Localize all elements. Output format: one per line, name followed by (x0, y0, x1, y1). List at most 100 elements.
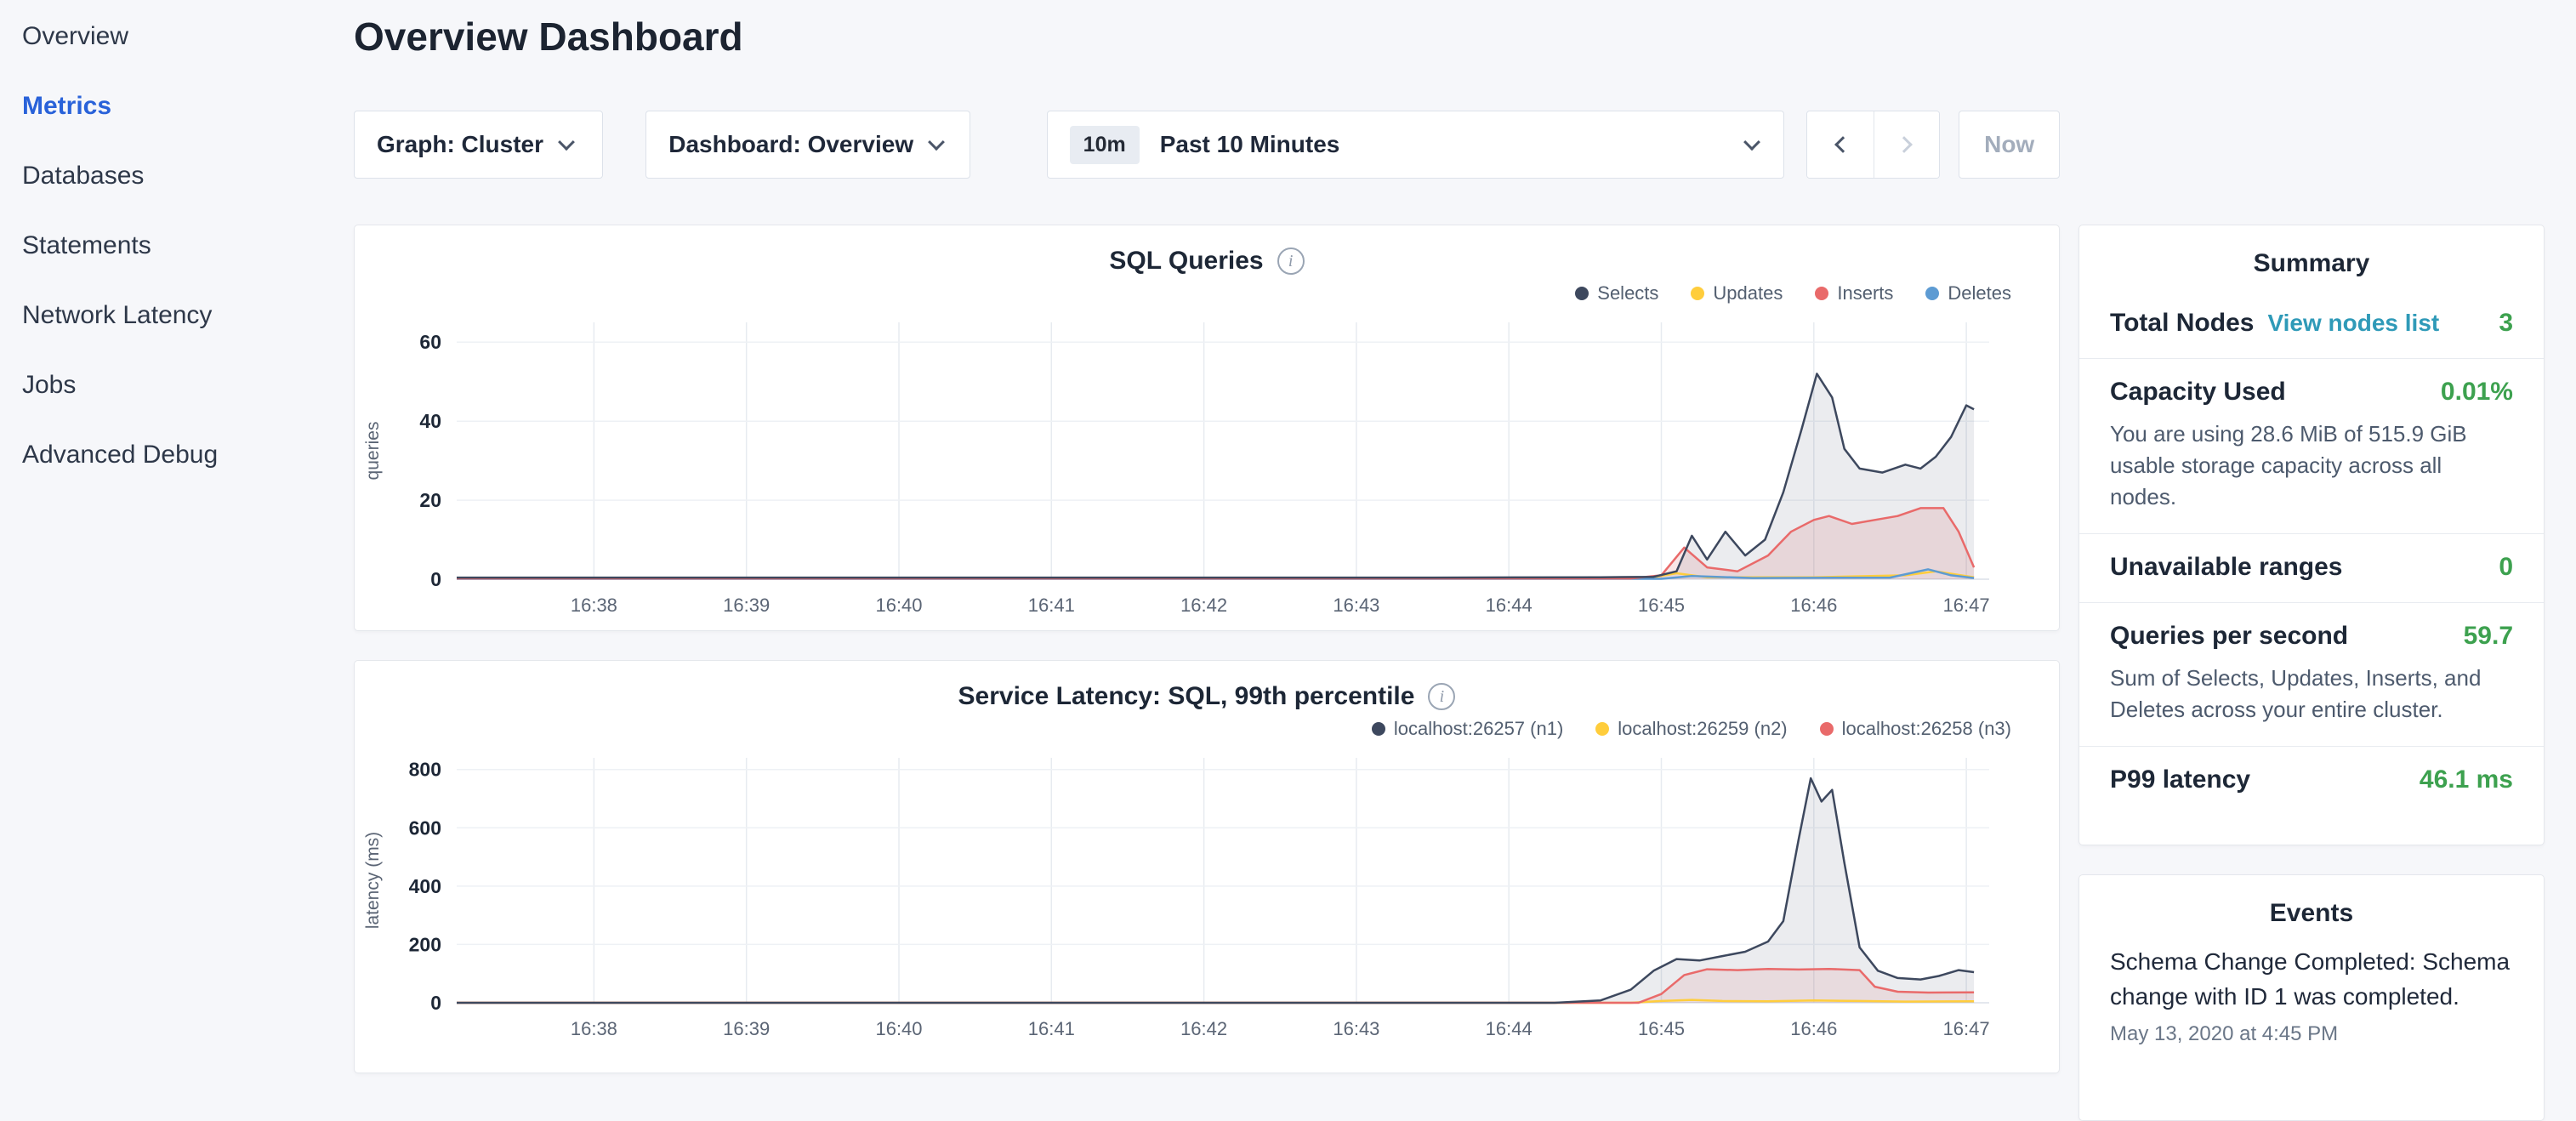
chart-legend: Selects Updates Inserts Deletes (355, 278, 2059, 309)
dashboard-dropdown[interactable]: Dashboard: Overview (645, 111, 970, 179)
controls-bar: Graph: Cluster Dashboard: Overview 10m P… (354, 111, 2060, 179)
svg-text:16:39: 16:39 (723, 595, 770, 616)
sidebar-item-statements[interactable]: Statements (22, 211, 332, 281)
legend-dot-icon (1691, 287, 1704, 300)
svg-text:16:38: 16:38 (571, 595, 617, 616)
time-range-label: Past 10 Minutes (1160, 131, 1340, 158)
chart-legend: localhost:26257 (n1) localhost:26259 (n2)… (355, 714, 2059, 744)
chevron-left-icon (1834, 136, 1851, 153)
summary-title: Summary (2079, 225, 2544, 290)
graph-scope-label: Graph: Cluster (377, 131, 543, 158)
service-latency-chart[interactable]: 16:3816:3916:4016:4116:4216:4316:4416:45… (355, 746, 2027, 1052)
summary-value: 0.01% (2441, 378, 2513, 407)
svg-text:16:47: 16:47 (1943, 1018, 1990, 1039)
legend-item[interactable]: Inserts (1815, 282, 1893, 304)
svg-text:200: 200 (409, 933, 441, 955)
info-icon[interactable] (1277, 248, 1305, 275)
svg-text:16:47: 16:47 (1943, 595, 1990, 616)
summary-value: 59.7 (2464, 622, 2513, 651)
time-next-button[interactable] (1874, 111, 1939, 178)
legend-dot-icon (1815, 287, 1828, 300)
summary-subtext: You are using 28.6 MiB of 515.9 GiB usab… (2110, 418, 2513, 513)
event-message: Schema Change Completed: Schema change w… (2110, 945, 2513, 1014)
svg-text:16:44: 16:44 (1486, 595, 1533, 616)
graph-scope-dropdown[interactable]: Graph: Cluster (354, 111, 603, 179)
left-nav: Overview Metrics Databases Statements Ne… (0, 0, 332, 490)
service-latency-chart-panel: Service Latency: SQL, 99th percentile lo… (354, 660, 2060, 1073)
sidebar-item-label: Advanced Debug (22, 441, 218, 469)
svg-text:16:41: 16:41 (1028, 595, 1075, 616)
sidebar-item-label: Databases (22, 162, 144, 191)
summary-value: 3 (2499, 309, 2513, 338)
info-icon[interactable] (1428, 683, 1455, 710)
events-title: Events (2079, 875, 2544, 940)
svg-text:16:46: 16:46 (1790, 595, 1837, 616)
summary-label: Queries per second (2110, 622, 2348, 651)
summary-row-capacity-used: Capacity Used 0.01% You are using 28.6 M… (2079, 359, 2544, 534)
legend-item[interactable]: Selects (1575, 282, 1658, 304)
svg-text:16:39: 16:39 (723, 1018, 770, 1039)
summary-label: Total Nodes (2110, 309, 2254, 337)
legend-dot-icon (1575, 287, 1589, 300)
time-pager (1806, 111, 1940, 179)
svg-text:16:44: 16:44 (1486, 1018, 1533, 1039)
svg-text:16:45: 16:45 (1638, 595, 1685, 616)
time-range-badge: 10m (1070, 126, 1140, 164)
sql-queries-chart[interactable]: 16:3816:3916:4016:4116:4216:4316:4416:45… (355, 310, 2027, 629)
legend-item[interactable]: Updates (1691, 282, 1783, 304)
event-timestamp: May 13, 2020 at 4:45 PM (2110, 1022, 2513, 1046)
events-panel: Events Schema Change Completed: Schema c… (2078, 874, 2545, 1121)
svg-text:40: 40 (419, 410, 441, 432)
legend-label: Deletes (1948, 282, 2011, 304)
legend-item[interactable]: localhost:26259 (n2) (1595, 718, 1787, 740)
svg-text:16:40: 16:40 (875, 1018, 922, 1039)
summary-label: P99 latency (2110, 765, 2250, 794)
sidebar-item-overview[interactable]: Overview (22, 2, 332, 71)
svg-text:16:40: 16:40 (875, 595, 922, 616)
sql-queries-chart-panel: SQL Queries Selects Updates Inserts Deletes… (354, 225, 2060, 631)
legend-label: Selects (1597, 282, 1658, 304)
summary-row-queries-per-second: Queries per second 59.7 Sum of Selects, … (2079, 603, 2544, 747)
chevron-down-icon (1743, 134, 1760, 151)
time-prev-button[interactable] (1807, 111, 1873, 178)
view-nodes-list-link[interactable]: View nodes list (2267, 310, 2439, 336)
time-range-dropdown[interactable]: 10m Past 10 Minutes (1047, 111, 1785, 179)
summary-row-unavailable-ranges: Unavailable ranges 0 (2079, 534, 2544, 603)
dashboard-label: Dashboard: Overview (668, 131, 913, 158)
svg-text:16:45: 16:45 (1638, 1018, 1685, 1039)
legend-dot-icon (1595, 722, 1609, 736)
svg-text:16:42: 16:42 (1180, 1018, 1227, 1039)
legend-label: Inserts (1837, 282, 1893, 304)
chevron-right-icon (1896, 136, 1913, 153)
now-button[interactable]: Now (1959, 111, 2060, 179)
legend-label: localhost:26258 (n3) (1842, 718, 2011, 740)
sidebar-item-metrics[interactable]: Metrics (22, 71, 332, 141)
sidebar-item-label: Network Latency (22, 301, 212, 330)
svg-text:16:43: 16:43 (1333, 1018, 1379, 1039)
svg-text:60: 60 (419, 331, 441, 353)
svg-text:0: 0 (430, 568, 441, 590)
summary-label: Unavailable ranges (2110, 553, 2342, 582)
chevron-down-icon (928, 134, 945, 151)
event-item: Schema Change Completed: Schema change w… (2079, 940, 2544, 1046)
legend-label: localhost:26259 (n2) (1618, 718, 1787, 740)
svg-text:16:38: 16:38 (571, 1018, 617, 1039)
sidebar-item-jobs[interactable]: Jobs (22, 350, 332, 420)
summary-panel: Summary Total Nodes View nodes list 3 Cap… (2078, 225, 2545, 845)
sidebar-item-databases[interactable]: Databases (22, 141, 332, 211)
summary-value: 0 (2499, 553, 2513, 582)
legend-item[interactable]: localhost:26258 (n3) (1820, 718, 2011, 740)
main-content: Overview Dashboard Graph: Cluster Dashbo… (354, 0, 2060, 1073)
svg-text:20: 20 (419, 489, 441, 511)
summary-subtext: Sum of Selects, Updates, Inserts, and De… (2110, 663, 2513, 726)
sidebar-item-network-latency[interactable]: Network Latency (22, 281, 332, 350)
sidebar-item-label: Metrics (22, 92, 111, 121)
legend-item[interactable]: localhost:26257 (n1) (1372, 718, 1563, 740)
chart-title: Service Latency: SQL, 99th percentile (958, 682, 1415, 711)
svg-text:16:46: 16:46 (1790, 1018, 1837, 1039)
legend-item[interactable]: Deletes (1925, 282, 2011, 304)
chevron-down-icon (558, 134, 575, 151)
chart-title: SQL Queries (1109, 247, 1263, 276)
page-title: Overview Dashboard (354, 14, 2060, 60)
sidebar-item-advanced-debug[interactable]: Advanced Debug (22, 420, 332, 490)
